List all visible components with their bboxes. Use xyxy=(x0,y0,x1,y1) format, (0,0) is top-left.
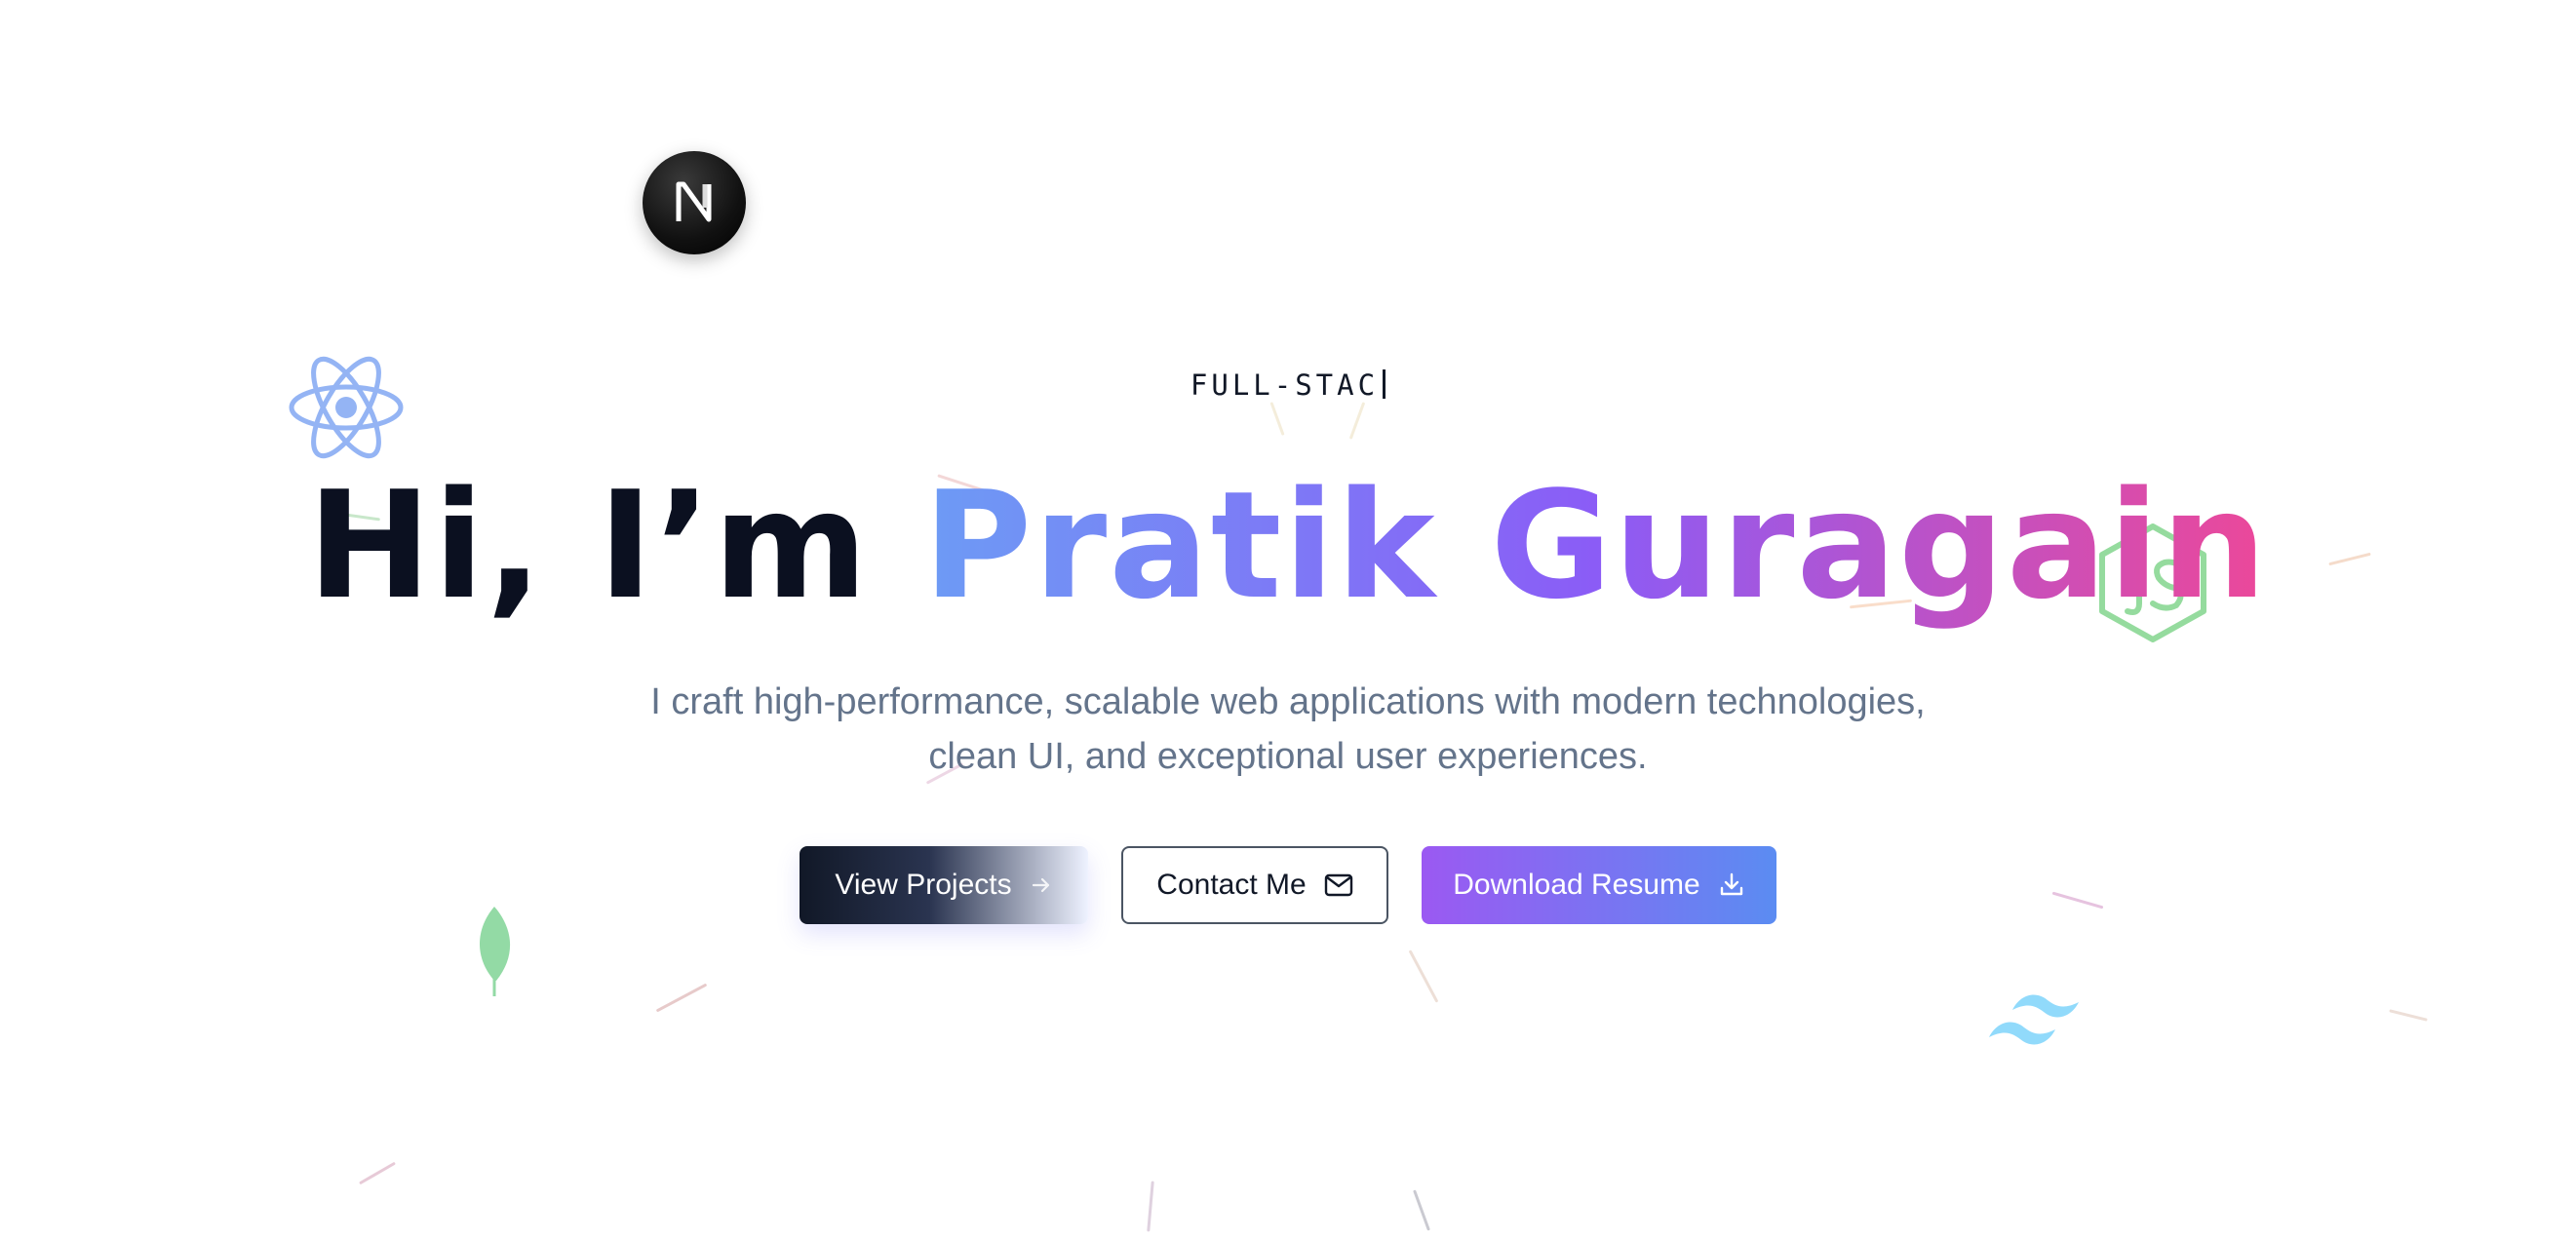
contact-me-label: Contact Me xyxy=(1156,869,1307,901)
subtitle-line: clean UI, and exceptional user experienc… xyxy=(928,736,1648,777)
decorative-streak xyxy=(1348,402,1366,440)
download-icon xyxy=(1718,872,1745,899)
contact-me-button[interactable]: Contact Me xyxy=(1121,846,1388,924)
view-projects-label: View Projects xyxy=(835,869,1012,901)
decorative-streak xyxy=(655,983,708,1013)
hero-subtitle: I craft high-performance, scalable web a… xyxy=(605,675,1971,784)
name-text: Pratik Guragain xyxy=(922,459,2269,632)
view-projects-button[interactable]: View Projects xyxy=(800,846,1088,924)
decorative-streak xyxy=(1147,1181,1154,1232)
decorative-streak xyxy=(1269,402,1285,436)
hero-section: FULL-STAC Hi, I’m Pratik Guragain I craf… xyxy=(0,0,2576,1240)
greeting-text: Hi, I’m xyxy=(307,459,870,632)
tailwind-icon xyxy=(1985,990,2087,1057)
decorative-streak xyxy=(1408,949,1439,1003)
arrow-right-icon xyxy=(1030,873,1053,897)
mail-icon xyxy=(1324,872,1353,898)
nextjs-icon xyxy=(643,151,746,254)
typing-caret xyxy=(1383,369,1386,399)
decorative-streak xyxy=(359,1161,396,1185)
typing-text: FULL-STAC xyxy=(1190,368,1380,402)
download-resume-label: Download Resume xyxy=(1453,869,1700,901)
decorative-streak xyxy=(1413,1189,1430,1231)
typing-role-text: FULL-STAC xyxy=(0,368,2576,402)
subtitle-line: I craft high-performance, scalable web a… xyxy=(650,681,1926,722)
hero-headline: Hi, I’m Pratik Guragain xyxy=(0,458,2576,634)
decorative-streak xyxy=(2389,1009,2428,1022)
download-resume-button[interactable]: Download Resume xyxy=(1422,846,1776,924)
hero-actions: View Projects Contact Me Download Resume xyxy=(0,846,2576,924)
